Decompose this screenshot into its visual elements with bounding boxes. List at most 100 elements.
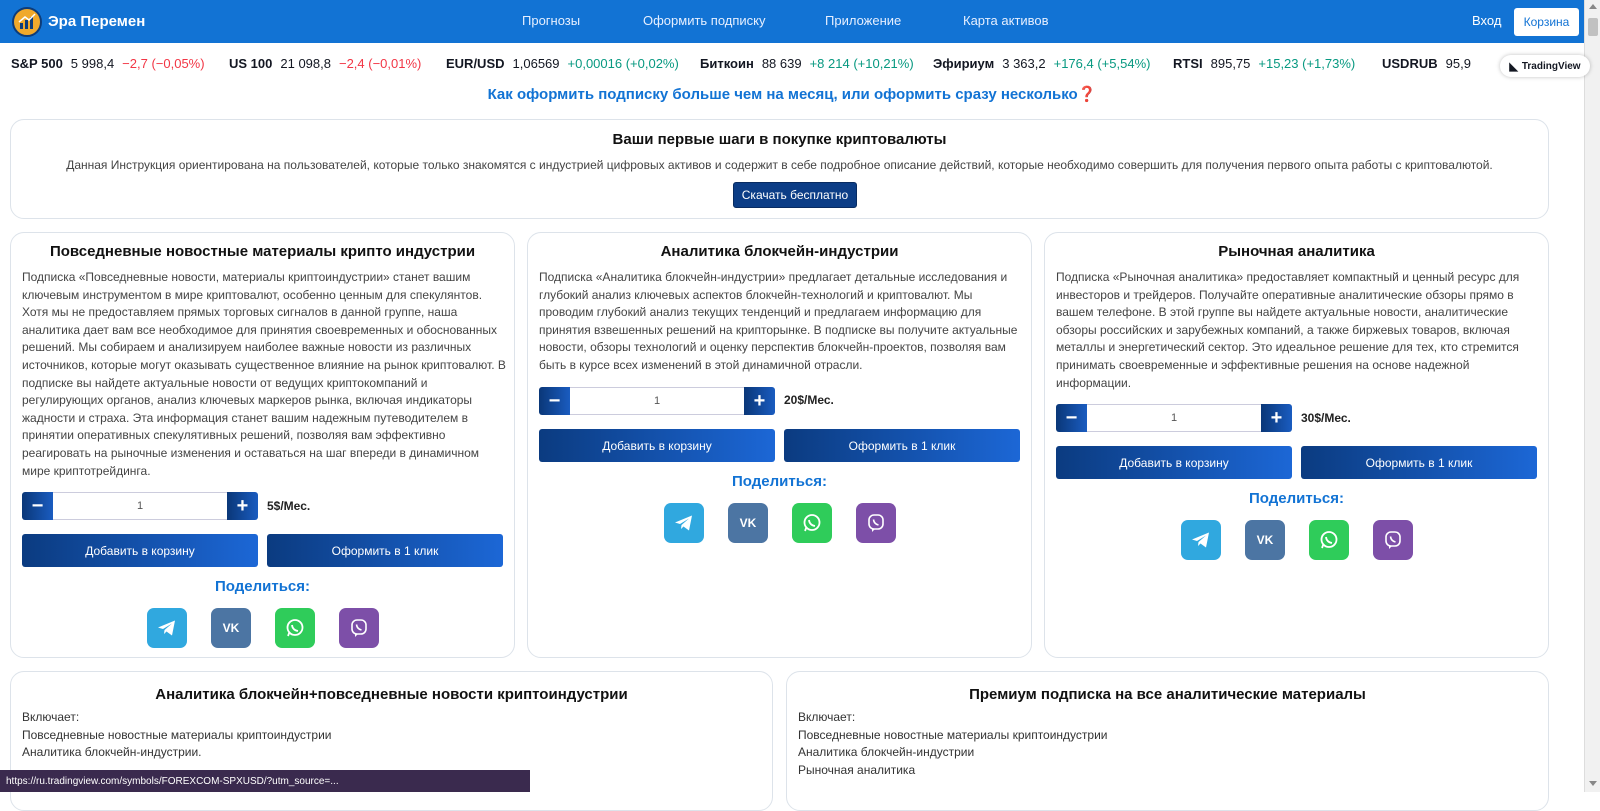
share-telegram-button[interactable]	[664, 503, 704, 543]
ticker-symbol: USDRUB	[1382, 56, 1438, 71]
share-vk-button[interactable]: VK	[1245, 520, 1285, 560]
share-viber-button[interactable]	[1373, 520, 1413, 560]
ticker-item[interactable]: RTSI 895,75 +15,23 (+1,73%)	[1173, 56, 1355, 71]
ticker-item[interactable]: Эфириум 3 363,2 +176,4 (+5,54%)	[933, 56, 1150, 71]
ticker-change: +176,4 (+5,54%)	[1053, 56, 1151, 71]
tradingview-logo-icon: ◣	[1509, 60, 1518, 73]
ticker-item[interactable]: EUR/USD 1,06569 +0,00016 (+0,02%)	[446, 56, 679, 71]
share-whatsapp-button[interactable]	[1309, 520, 1349, 560]
nav-link-asset-map[interactable]: Карта активов	[963, 13, 1049, 28]
ticker-symbol: S&P 500	[11, 56, 63, 71]
scroll-up-arrow-icon[interactable]	[1589, 4, 1597, 9]
viber-icon	[351, 619, 367, 637]
share-buttons: VK	[147, 608, 403, 648]
bundle-includes: Включает: Повседневные новостные материа…	[798, 709, 1108, 779]
buy-one-click-button[interactable]: Оформить в 1 клик	[1301, 446, 1537, 479]
quantity-stepper: − 1 +	[22, 492, 258, 520]
buy-one-click-button[interactable]: Оформить в 1 клик	[267, 534, 503, 567]
ticker-value: 21 098,8	[280, 56, 331, 71]
whatsapp-icon	[286, 619, 304, 637]
quantity-input[interactable]: 1	[53, 492, 227, 520]
ticker-change: −2,4 (−0,01%)	[338, 56, 422, 71]
share-whatsapp-button[interactable]	[792, 503, 832, 543]
telegram-icon	[158, 620, 175, 636]
tradingview-badge[interactable]: ◣ TradingView	[1500, 55, 1590, 77]
page-scrollbar[interactable]	[1584, 0, 1600, 792]
ticker-item[interactable]: US 100 21 098,8 −2,4 (−0,01%)	[229, 56, 421, 71]
ticker-tape: S&P 500 5 998,4 −2,7 (−0,05%) US 100 21 …	[0, 52, 1584, 74]
ticker-value: 1,06569	[512, 56, 560, 71]
bundle-title: Аналитика блокчейн+повседневные новости …	[155, 686, 628, 703]
increase-qty-button[interactable]: +	[744, 387, 775, 415]
ticker-item[interactable]: USDRUB 95,9	[1382, 56, 1479, 71]
ticker-value: 88 639	[761, 56, 802, 71]
ticker-symbol: RTSI	[1173, 56, 1203, 71]
share-viber-button[interactable]	[856, 503, 896, 543]
scroll-down-arrow-icon[interactable]	[1589, 781, 1597, 786]
whatsapp-icon	[1320, 531, 1338, 549]
bundle-include-item: Повседневные новостные материалы криптои…	[798, 727, 1108, 742]
ticker-change: +0,00016 (+0,02%)	[567, 56, 679, 71]
share-vk-button[interactable]: VK	[211, 608, 251, 648]
svg-text:VK: VK	[1257, 533, 1274, 547]
share-vk-button[interactable]: VK	[728, 503, 768, 543]
brand[interactable]: Эра Перемен	[12, 6, 145, 37]
bundle-title: Премиум подписка на все аналитические ма…	[969, 686, 1366, 703]
whatsapp-icon	[803, 514, 821, 532]
product-title: Аналитика блокчейн-индустрии	[660, 243, 899, 260]
bundle-includes-label: Включает:	[798, 710, 856, 724]
ticker-value: 895,75	[1210, 56, 1251, 71]
vk-icon: VK	[223, 621, 240, 635]
product-description: Подписка «Рыночная аналитика» предоставл…	[1056, 270, 1520, 390]
product-description: Подписка «Аналитика блокчейн-индустрии» …	[539, 270, 1018, 372]
share-viber-button[interactable]	[339, 608, 379, 648]
nav-link-subscribe[interactable]: Оформить подписку	[643, 13, 766, 28]
nav-link-forecasts[interactable]: Прогнозы	[522, 13, 580, 28]
bundle-card-premium: Премиум подписка на все аналитические ма…	[786, 671, 1549, 811]
add-to-cart-button[interactable]: Добавить в корзину	[22, 534, 258, 567]
decrease-qty-button[interactable]: −	[539, 387, 570, 415]
product-description: Подписка «Повседневные новости, материал…	[22, 270, 506, 478]
share-telegram-button[interactable]	[1181, 520, 1221, 560]
viber-icon	[868, 514, 884, 532]
svg-text:VK: VK	[740, 516, 757, 530]
increase-qty-button[interactable]: +	[1261, 404, 1292, 432]
ticker-change: +15,23 (+1,73%)	[1258, 56, 1356, 71]
share-label: Поделиться:	[1248, 490, 1345, 507]
scroll-thumb[interactable]	[1588, 18, 1598, 36]
add-to-cart-button[interactable]: Добавить в корзину	[1056, 446, 1292, 479]
browser-status-bar: https://ru.tradingview.com/symbols/FOREX…	[0, 770, 530, 792]
add-to-cart-button[interactable]: Добавить в корзину	[539, 429, 775, 462]
share-buttons: VK	[1181, 520, 1437, 560]
viber-icon	[1385, 531, 1401, 549]
decrease-qty-button[interactable]: −	[1056, 404, 1087, 432]
nav-link-app[interactable]: Приложение	[825, 13, 901, 28]
product-price: 5$/Мес.	[267, 499, 311, 513]
telegram-icon	[1192, 532, 1209, 548]
buy-one-click-button[interactable]: Оформить в 1 клик	[784, 429, 1020, 462]
product-card-market-analytics: Рыночная аналитика Подписка «Рыночная ан…	[1044, 232, 1549, 658]
ticker-item[interactable]: S&P 500 5 998,4 −2,7 (−0,05%)	[11, 56, 205, 71]
intro-text: Данная Инструкция ориентирована на польз…	[66, 158, 1493, 172]
decrease-qty-button[interactable]: −	[22, 492, 53, 520]
share-telegram-button[interactable]	[147, 608, 187, 648]
telegram-icon	[675, 515, 692, 531]
vk-icon: VK	[1257, 533, 1274, 547]
product-price: 20$/Мес.	[784, 393, 834, 407]
product-card-daily-news: Повседневные новостные материалы крипто …	[10, 232, 515, 658]
share-whatsapp-button[interactable]	[275, 608, 315, 648]
share-label: Поделиться:	[214, 578, 311, 595]
ticker-symbol: EUR/USD	[446, 56, 505, 71]
increase-qty-button[interactable]: +	[227, 492, 258, 520]
product-title: Повседневные новостные материалы крипто …	[49, 243, 476, 260]
ticker-symbol: Эфириум	[933, 56, 995, 71]
tradingview-label: TradingView	[1521, 60, 1581, 72]
intro-card: Ваши первые шаги в покупке криптовалюты …	[10, 119, 1549, 219]
product-title: Рыночная аналитика	[1218, 243, 1375, 260]
download-free-button[interactable]: Скачать бесплатно	[733, 182, 857, 208]
bundle-include-item: Аналитика блокчейн-индустрии	[798, 745, 975, 760]
multi-subscription-link[interactable]: Как оформить подписку больше чем на меся…	[0, 85, 1584, 103]
ticker-item[interactable]: Биткоин 88 639 +8 214 (+10,21%)	[700, 56, 914, 71]
quantity-input[interactable]: 1	[1087, 404, 1261, 432]
quantity-input[interactable]: 1	[570, 387, 744, 415]
